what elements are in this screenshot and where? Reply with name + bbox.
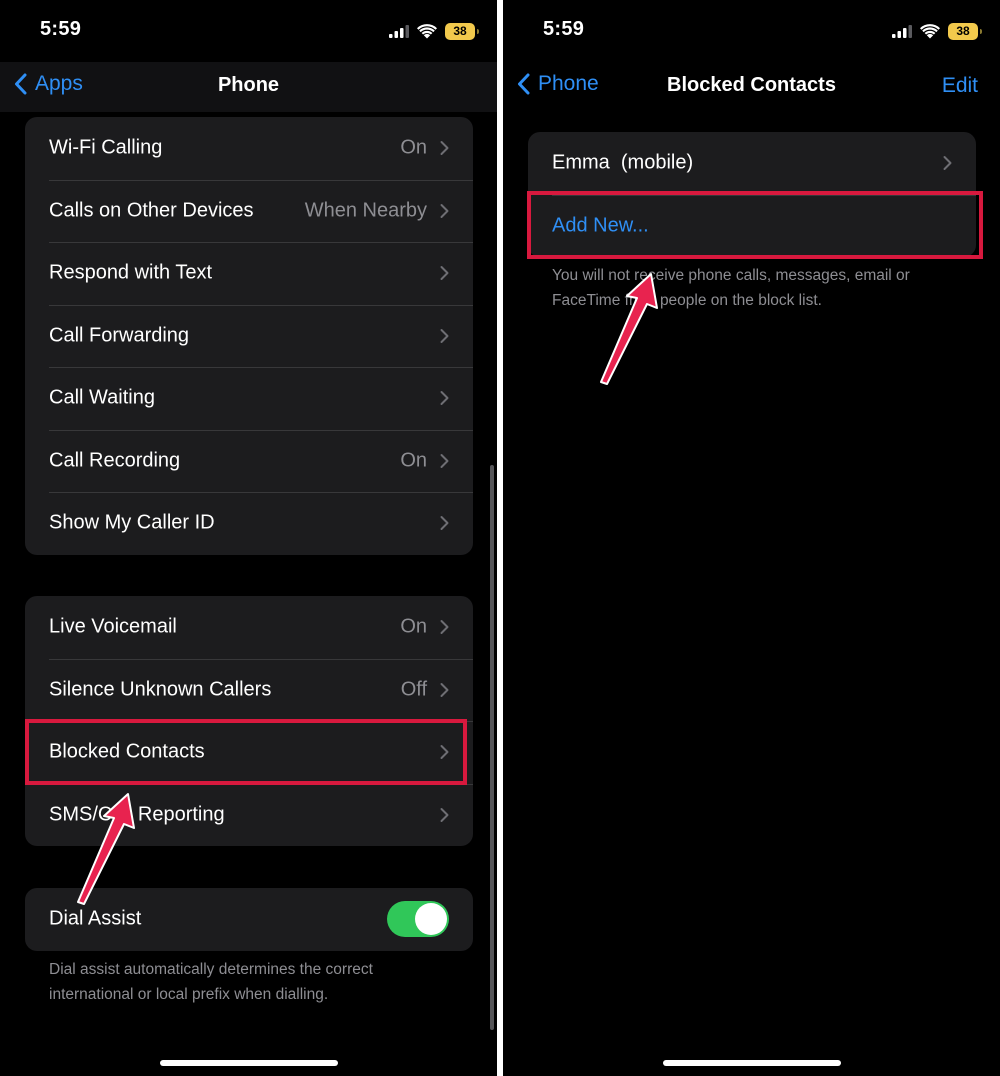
status-icons: 38 xyxy=(389,20,479,42)
phone-settings-screen: 5:59 38 Apps Phone Wi-Fi Calling On Call… xyxy=(0,0,497,1076)
page-title: Phone xyxy=(217,74,280,96)
battery-icon: 38 xyxy=(445,22,479,40)
add-new-button[interactable]: Add New... xyxy=(528,194,976,258)
navigation-bar: Phone Blocked Contacts Edit xyxy=(503,62,1000,112)
wifi-icon xyxy=(417,23,437,38)
row-label: Show My Caller ID xyxy=(49,511,215,534)
status-icons: 38 xyxy=(892,20,982,42)
chevron-right-icon xyxy=(440,453,449,468)
blocked-contact-row[interactable]: Emma (mobile) xyxy=(528,132,976,195)
row-label: Wi-Fi Calling xyxy=(49,136,163,159)
row-call-waiting[interactable]: Call Waiting xyxy=(25,367,473,430)
row-call-recording[interactable]: Call Recording On xyxy=(25,429,473,493)
edit-button[interactable]: Edit xyxy=(942,74,978,98)
row-dial-assist: Dial Assist xyxy=(25,888,473,951)
row-value: When Nearby xyxy=(304,199,427,222)
battery-level: 38 xyxy=(453,23,467,38)
add-new-label: Add New... xyxy=(552,214,649,237)
cellular-signal-icon xyxy=(389,24,409,38)
row-value: On xyxy=(400,136,427,159)
chevron-right-icon xyxy=(440,203,449,218)
cellular-signal-icon xyxy=(892,24,912,38)
row-show-my-caller-id[interactable]: Show My Caller ID xyxy=(25,492,473,555)
row-value: On xyxy=(400,449,427,472)
row-label: SMS/Call Reporting xyxy=(49,803,225,826)
row-wifi-calling[interactable]: Wi-Fi Calling On xyxy=(25,117,473,180)
row-label: Dial Assist xyxy=(49,907,142,930)
row-label: Respond with Text xyxy=(49,261,213,284)
row-call-forwarding[interactable]: Call Forwarding xyxy=(25,304,473,368)
blocked-list-group: Emma (mobile) Add New... xyxy=(528,132,976,257)
block-list-footer: You will not receive phone calls, messag… xyxy=(552,267,910,309)
row-label: Silence Unknown Callers xyxy=(49,678,272,701)
toggle-knob xyxy=(415,903,447,935)
home-indicator[interactable] xyxy=(662,1060,841,1066)
wifi-icon xyxy=(920,23,940,38)
status-time: 5:59 xyxy=(40,18,82,40)
chevron-right-icon xyxy=(440,516,449,531)
row-live-voicemail[interactable]: Live Voicemail On xyxy=(25,596,473,659)
row-silence-unknown-callers[interactable]: Silence Unknown Callers Off xyxy=(25,658,473,722)
row-blocked-contacts[interactable]: Blocked Contacts xyxy=(25,721,473,784)
status-time: 5:59 xyxy=(543,18,585,40)
row-label: Live Voicemail xyxy=(49,615,177,638)
scroll-indicator[interactable] xyxy=(490,465,494,1030)
row-sms-call-reporting[interactable]: SMS/Call Reporting xyxy=(25,783,473,847)
navigation-bar: Apps Phone xyxy=(0,62,497,112)
row-calls-on-other-devices[interactable]: Calls on Other Devices When Nearby xyxy=(25,179,473,243)
blocked-contacts-screen: 5:59 38 Phone Blocked Contacts Edit Emma… xyxy=(503,0,1000,1076)
call-settings-group: Wi-Fi Calling On Calls on Other Devices … xyxy=(25,117,473,555)
dial-assist-footer: Dial assist automatically determines the… xyxy=(49,961,373,1003)
row-label: Blocked Contacts xyxy=(49,740,205,763)
status-bar: 5:59 38 xyxy=(0,0,497,62)
chevron-right-icon xyxy=(440,620,449,635)
row-value: On xyxy=(400,615,427,638)
chevron-right-icon xyxy=(440,745,449,760)
page-title: Blocked Contacts xyxy=(667,74,836,96)
row-label: Call Recording xyxy=(49,449,181,472)
home-indicator[interactable] xyxy=(159,1060,338,1066)
row-label: Calls on Other Devices xyxy=(49,199,254,222)
chevron-right-icon xyxy=(440,141,449,156)
battery-icon: 38 xyxy=(948,22,982,40)
chevron-right-icon xyxy=(440,682,449,697)
dial-assist-group: Dial Assist xyxy=(25,888,473,951)
chevron-right-icon xyxy=(440,807,449,822)
chevron-right-icon xyxy=(440,391,449,406)
voicemail-settings-group: Live Voicemail On Silence Unknown Caller… xyxy=(25,596,473,846)
row-label: Call Waiting xyxy=(49,386,155,409)
chevron-right-icon xyxy=(440,266,449,281)
status-bar: 5:59 38 xyxy=(503,0,1000,62)
chevron-right-icon xyxy=(943,156,952,171)
row-label: Call Forwarding xyxy=(49,324,190,347)
row-value: Off xyxy=(400,678,427,701)
chevron-right-icon xyxy=(440,328,449,343)
dial-assist-toggle[interactable] xyxy=(387,901,449,937)
row-respond-with-text[interactable]: Respond with Text xyxy=(25,242,473,305)
contact-name: Emma (mobile) xyxy=(552,151,694,174)
battery-level: 38 xyxy=(956,23,970,38)
